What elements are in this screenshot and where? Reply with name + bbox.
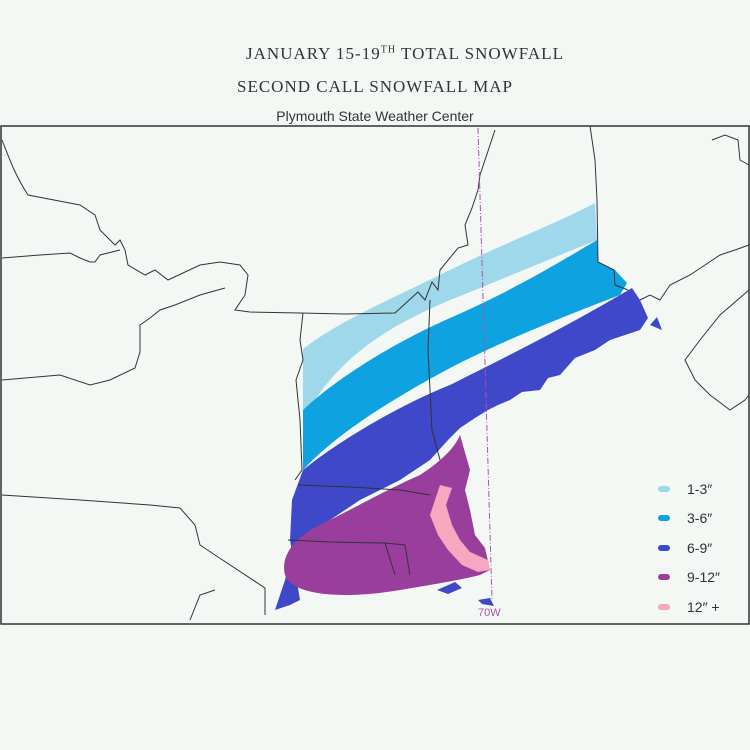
legend-label: 12″ + [687,598,720,615]
legend-swatch [658,544,670,551]
legend-swatch [658,515,670,522]
legend-label: 1-3″ [687,480,713,497]
legend-label: 9-12″ [687,569,720,586]
legend-item: 6-9″ [658,533,720,563]
title-text-pre: JANUARY 15-19 [246,44,381,63]
legend-swatch [658,574,670,581]
map-subtitle: SECOND CALL SNOWFALL MAP [236,77,514,96]
legend-item: 3-6″ [658,504,720,534]
legend-label: 3-6″ [687,510,713,527]
title-superscript: TH [380,44,397,56]
meridian-label: 70W [478,607,501,619]
snowfall-map [0,125,750,625]
legend-item: 12″ + [658,592,720,622]
legend-item: 1-3″ [658,474,720,504]
legend-item: 9-12″ [658,563,720,593]
legend-label: 6-9″ [687,539,713,556]
credit-line: Plymouth State Weather Center [276,108,474,124]
legend-swatch [658,603,670,610]
legend: 1-3″ 3-6″ 6-9″ 9-12″ 12″ + [658,474,720,622]
title-text-post: TOTAL SNOWFALL [396,44,564,63]
legend-swatch [658,485,670,492]
map-title: JANUARY 15-19TH TOTAL SNOWFALL [0,44,750,64]
